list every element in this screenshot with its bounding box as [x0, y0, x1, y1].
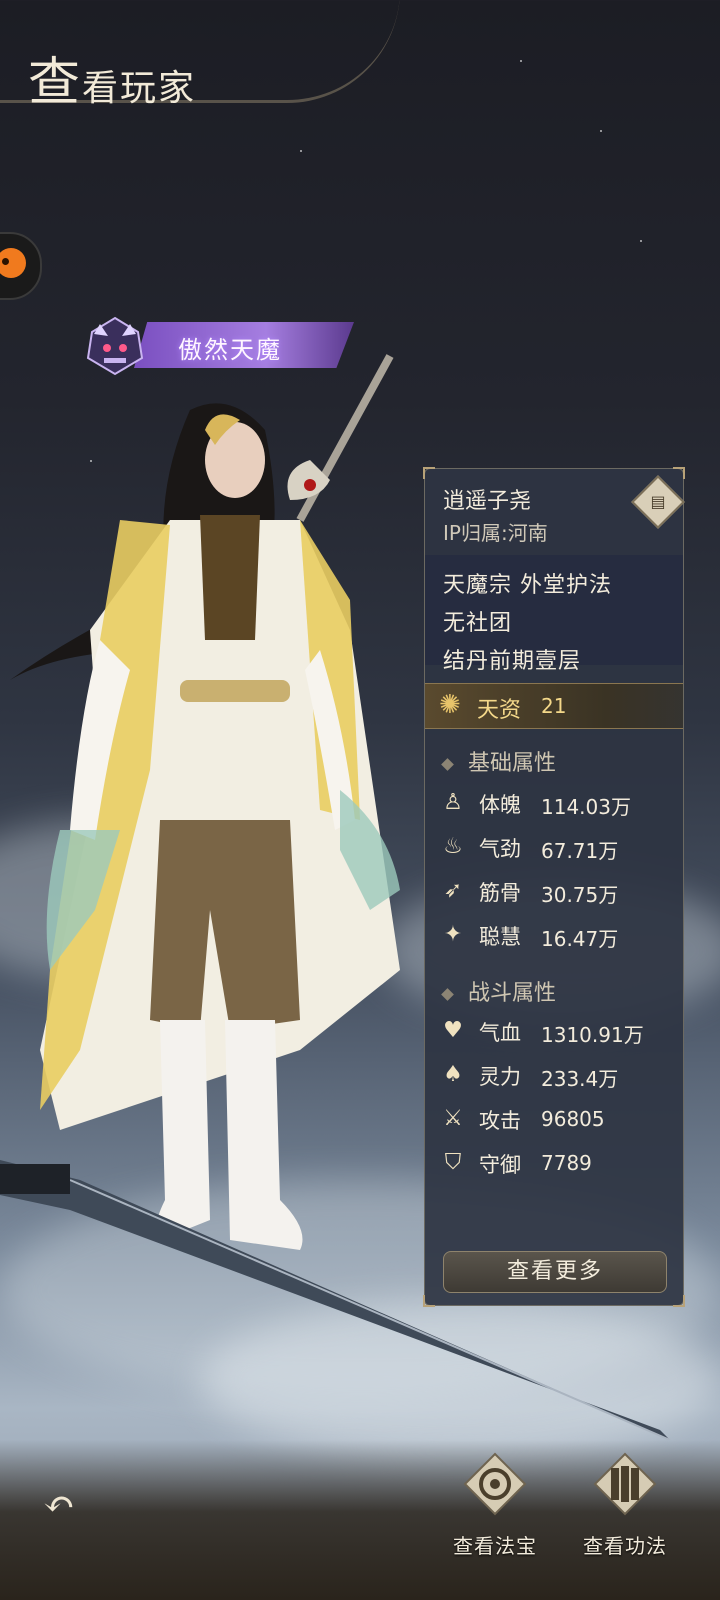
cultivation-realm: 结丹前期壹层 — [443, 649, 582, 674]
sparkle-icon: ✦ — [443, 922, 463, 947]
guild-status: 无社团 — [443, 611, 513, 636]
document-icon[interactable]: ▤ — [631, 475, 685, 529]
stat-row: ➶ 筋骨 30.75万 — [439, 875, 679, 909]
view-skills-button[interactable]: 查看功法 — [570, 1450, 680, 1560]
page-title: 查看玩家 — [28, 40, 196, 115]
talent-bar: ✺ 天资 21 — [425, 683, 683, 729]
ip-location: IP归属:河南 — [443, 521, 548, 545]
talent-label: 天资 — [477, 698, 522, 723]
stat-label: 守御 — [479, 1153, 521, 1177]
basic-attributes-title: 基础属性 — [468, 751, 557, 776]
panel-corner — [423, 1295, 435, 1307]
heart-icon: ♥ — [443, 1018, 463, 1043]
basic-attributes-header: 基础属性 — [441, 745, 557, 777]
stat-row: ♠ 灵力 233.4万 — [439, 1059, 679, 1093]
flame-swirl-icon: ♨ — [443, 834, 463, 859]
stat-value: 7789 — [541, 1151, 592, 1175]
battle-attributes-title: 战斗属性 — [468, 981, 557, 1006]
stat-value: 1310.91万 — [541, 1023, 644, 1047]
stat-label: 筋骨 — [479, 881, 521, 905]
stat-value: 233.4万 — [541, 1067, 619, 1091]
panel-corner — [673, 467, 685, 479]
floating-weapon — [287, 354, 394, 522]
stat-value: 114.03万 — [541, 795, 631, 819]
page-title-rest: 看玩家 — [82, 68, 197, 109]
back-arrow-icon[interactable]: ↶ — [34, 1484, 84, 1524]
stat-row: ♙ 体魄 114.03万 — [439, 787, 679, 821]
meditation-icon: ♙ — [443, 790, 463, 815]
stat-value: 16.47万 — [541, 927, 619, 951]
stat-label: 气血 — [479, 1021, 521, 1045]
view-more-button[interactable]: 查看更多 — [443, 1251, 667, 1293]
crossed-swords-icon: ⚔ — [443, 1106, 463, 1131]
stat-label: 体魄 — [479, 793, 521, 817]
stat-label: 聪慧 — [479, 925, 521, 949]
pet-eye — [2, 258, 9, 265]
artifact-emblem-icon — [463, 1452, 527, 1516]
stat-value: 30.75万 — [541, 883, 619, 907]
shield-icon: ⛉ — [444, 1150, 462, 1175]
spirit-flame-icon: ♠ — [443, 1062, 463, 1087]
sect-role: 天魔宗 外堂护法 — [443, 573, 612, 598]
stat-row: ✦ 聪慧 16.47万 — [439, 919, 679, 953]
battle-attributes-header: 战斗属性 — [441, 975, 557, 1007]
view-skills-label: 查看功法 — [583, 1534, 667, 1558]
stat-row: ♨ 气劲 67.71万 — [439, 831, 679, 865]
diamond-bullet-icon — [441, 987, 454, 1001]
page-title-first-char: 查 — [28, 53, 83, 113]
stat-row: ⚔ 攻击 96805 — [439, 1103, 679, 1137]
talent-flower-icon: ✺ — [439, 690, 461, 720]
stat-label: 气劲 — [479, 837, 521, 861]
view-artifact-button[interactable]: 查看法宝 — [440, 1450, 550, 1560]
feather-blade-icon: ➶ — [443, 878, 463, 903]
view-artifact-label: 查看法宝 — [453, 1534, 537, 1558]
player-name: 逍遥子尧 — [443, 489, 532, 514]
stat-row: ⛉ 守御 7789 — [439, 1147, 679, 1181]
player-info-panel: 逍遥子尧 IP归属:河南 ▤ 天魔宗 外堂护法 无社团 结丹前期壹层 ✺ 天资 … — [423, 467, 685, 1307]
side-pet-button[interactable] — [0, 232, 42, 300]
stat-label: 攻击 — [479, 1109, 521, 1133]
panel-corner — [423, 467, 435, 479]
scroll-book-icon — [593, 1452, 657, 1516]
stat-value: 96805 — [541, 1107, 605, 1131]
diamond-bullet-icon — [441, 757, 454, 771]
player-identity-block: 天魔宗 外堂护法 无社团 结丹前期壹层 — [425, 555, 683, 674]
panel-corner — [673, 1295, 685, 1307]
stat-row: ♥ 气血 1310.91万 — [439, 1015, 679, 1049]
stat-value: 67.71万 — [541, 839, 619, 863]
talent-value: 21 — [541, 694, 567, 718]
stat-label: 灵力 — [479, 1065, 521, 1089]
